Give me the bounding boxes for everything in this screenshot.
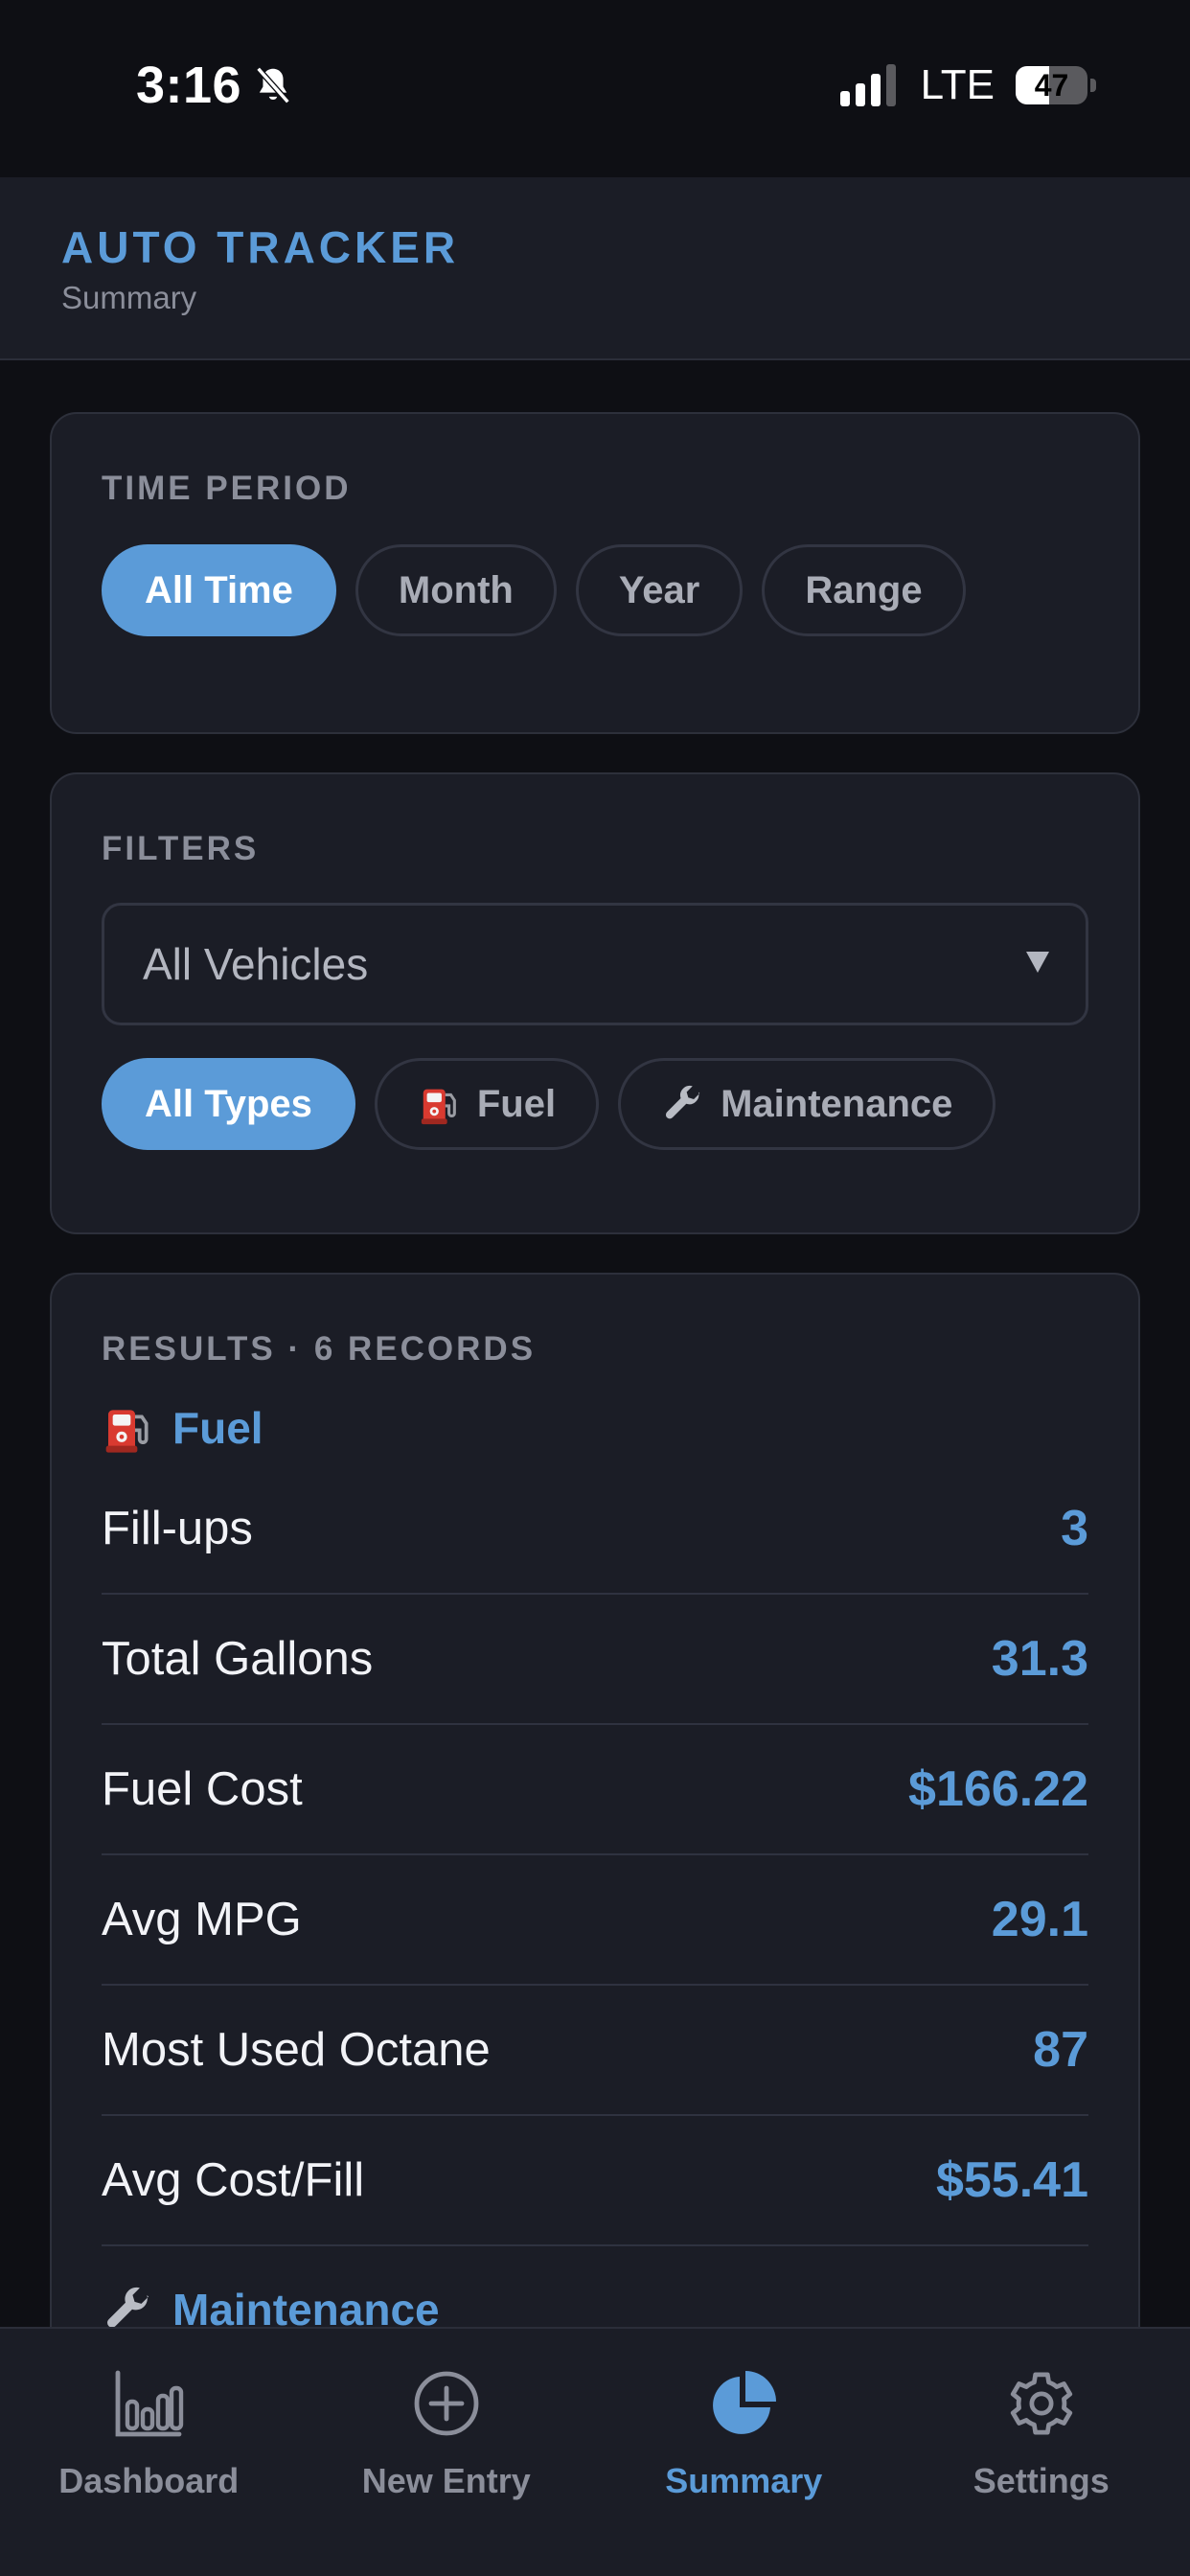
status-indicators: LTE 47: [839, 61, 1096, 109]
bottom-nav: Dashboard New Entry Summary Settings: [0, 2327, 1190, 2576]
wrench-icon: [666, 1086, 700, 1119]
status-bar: 3:16 LTE 47: [0, 0, 1190, 177]
stat-row-fuel-cost: Fuel Cost $166.22: [102, 1725, 1088, 1855]
stat-value: 29.1: [991, 1892, 1088, 1947]
gear-icon: [1010, 2372, 1072, 2435]
filters-card: FILTERS All Vehicles All Types Fuel Main…: [50, 772, 1140, 1234]
time-period-label: TIME PERIOD: [102, 470, 352, 507]
bell-slash-icon: [256, 66, 290, 104]
nav-label-dashboard: Dashboard: [58, 2461, 240, 2500]
nav-label-summary: Summary: [665, 2461, 823, 2500]
stat-label: Fuel Cost: [102, 1763, 303, 1815]
page-subtitle: Summary: [61, 280, 197, 315]
filters-label: FILTERS: [102, 830, 260, 867]
stat-label: Avg MPG: [102, 1894, 302, 1945]
time-period-month[interactable]: Month: [355, 544, 557, 636]
stat-label: Total Gallons: [102, 1633, 374, 1685]
stat-value: $55.41: [935, 2152, 1088, 2208]
type-filter-fuel[interactable]: Fuel: [374, 1058, 600, 1150]
type-filter-all-types[interactable]: All Types: [102, 1058, 355, 1150]
battery-cap: [1090, 79, 1096, 92]
stat-value: 31.3: [991, 1631, 1088, 1687]
app-header: AUTO TRACKER Summary: [0, 177, 1190, 360]
stat-row-avg-mpg: Avg MPG 29.1: [102, 1855, 1088, 1986]
stat-row-fill-ups: Fill-ups 3: [102, 1464, 1088, 1595]
time-period-options: All Time Month Year Range: [102, 544, 966, 636]
type-filter-all-types-label: All Types: [145, 1082, 312, 1125]
fuel-pump-icon: [105, 1410, 149, 1453]
stat-value: 3: [1061, 1501, 1088, 1556]
type-filter-maintenance-label: Maintenance: [721, 1082, 953, 1125]
caret-down-icon: [1026, 952, 1049, 973]
stat-row-most-used-octane: Most Used Octane 87: [102, 1986, 1088, 2116]
stat-row-total-gallons: Total Gallons 31.3: [102, 1595, 1088, 1725]
type-filter-maintenance[interactable]: Maintenance: [618, 1058, 996, 1150]
results-label: RESULTS · 6 RECORDS: [102, 1330, 537, 1368]
vehicle-select-value: All Vehicles: [143, 939, 369, 989]
stat-label: Avg Cost/Fill: [102, 2154, 365, 2206]
nav-item-dashboard[interactable]: Dashboard: [0, 2329, 298, 2576]
stat-value: $166.22: [908, 1761, 1088, 1817]
status-time-text: 3:16: [136, 57, 242, 114]
nav-item-settings[interactable]: Settings: [893, 2329, 1190, 2576]
pie-chart-icon: [713, 2371, 777, 2434]
cellular-signal-icon: [839, 64, 896, 106]
battery-body: 47: [1016, 66, 1088, 104]
fuel-section-label: Fuel: [172, 1403, 263, 1453]
nav-label-new-entry: New Entry: [361, 2461, 531, 2500]
stat-row-avg-cost-per-fill: Avg Cost/Fill $55.41: [102, 2116, 1088, 2246]
vehicle-select[interactable]: All Vehicles: [102, 903, 1088, 1025]
type-filter-options: All Types Fuel Maintenance: [102, 1058, 996, 1150]
fuel-pump-icon: [421, 1089, 456, 1125]
battery-percent: 47: [1034, 67, 1069, 103]
time-period-card: TIME PERIOD All Time Month Year Range: [50, 412, 1140, 734]
time-period-all-time[interactable]: All Time: [102, 544, 336, 636]
type-filter-fuel-label: Fuel: [476, 1082, 557, 1125]
time-period-year[interactable]: Year: [575, 544, 744, 636]
nav-label-settings: Settings: [973, 2461, 1110, 2500]
status-time: 3:16: [136, 56, 295, 115]
network-type: LTE: [920, 61, 995, 108]
stat-label: Most Used Octane: [102, 2024, 491, 2076]
fuel-section-title: Fuel: [102, 1401, 263, 1455]
nav-item-summary[interactable]: Summary: [595, 2329, 893, 2576]
plus-circle-icon: [414, 2371, 479, 2436]
time-period-range[interactable]: Range: [762, 544, 966, 636]
app-title: AUTO TRACKER: [61, 222, 460, 272]
bar-chart-icon: [115, 2370, 184, 2437]
battery-indicator: 47: [1016, 65, 1096, 105]
nav-item-new-entry[interactable]: New Entry: [298, 2329, 596, 2576]
stat-label: Fill-ups: [102, 1503, 253, 1554]
stat-value: 87: [1033, 2022, 1088, 2078]
results-card: RESULTS · 6 RECORDS Fuel Fill-ups 3 Tota…: [50, 1273, 1140, 2404]
